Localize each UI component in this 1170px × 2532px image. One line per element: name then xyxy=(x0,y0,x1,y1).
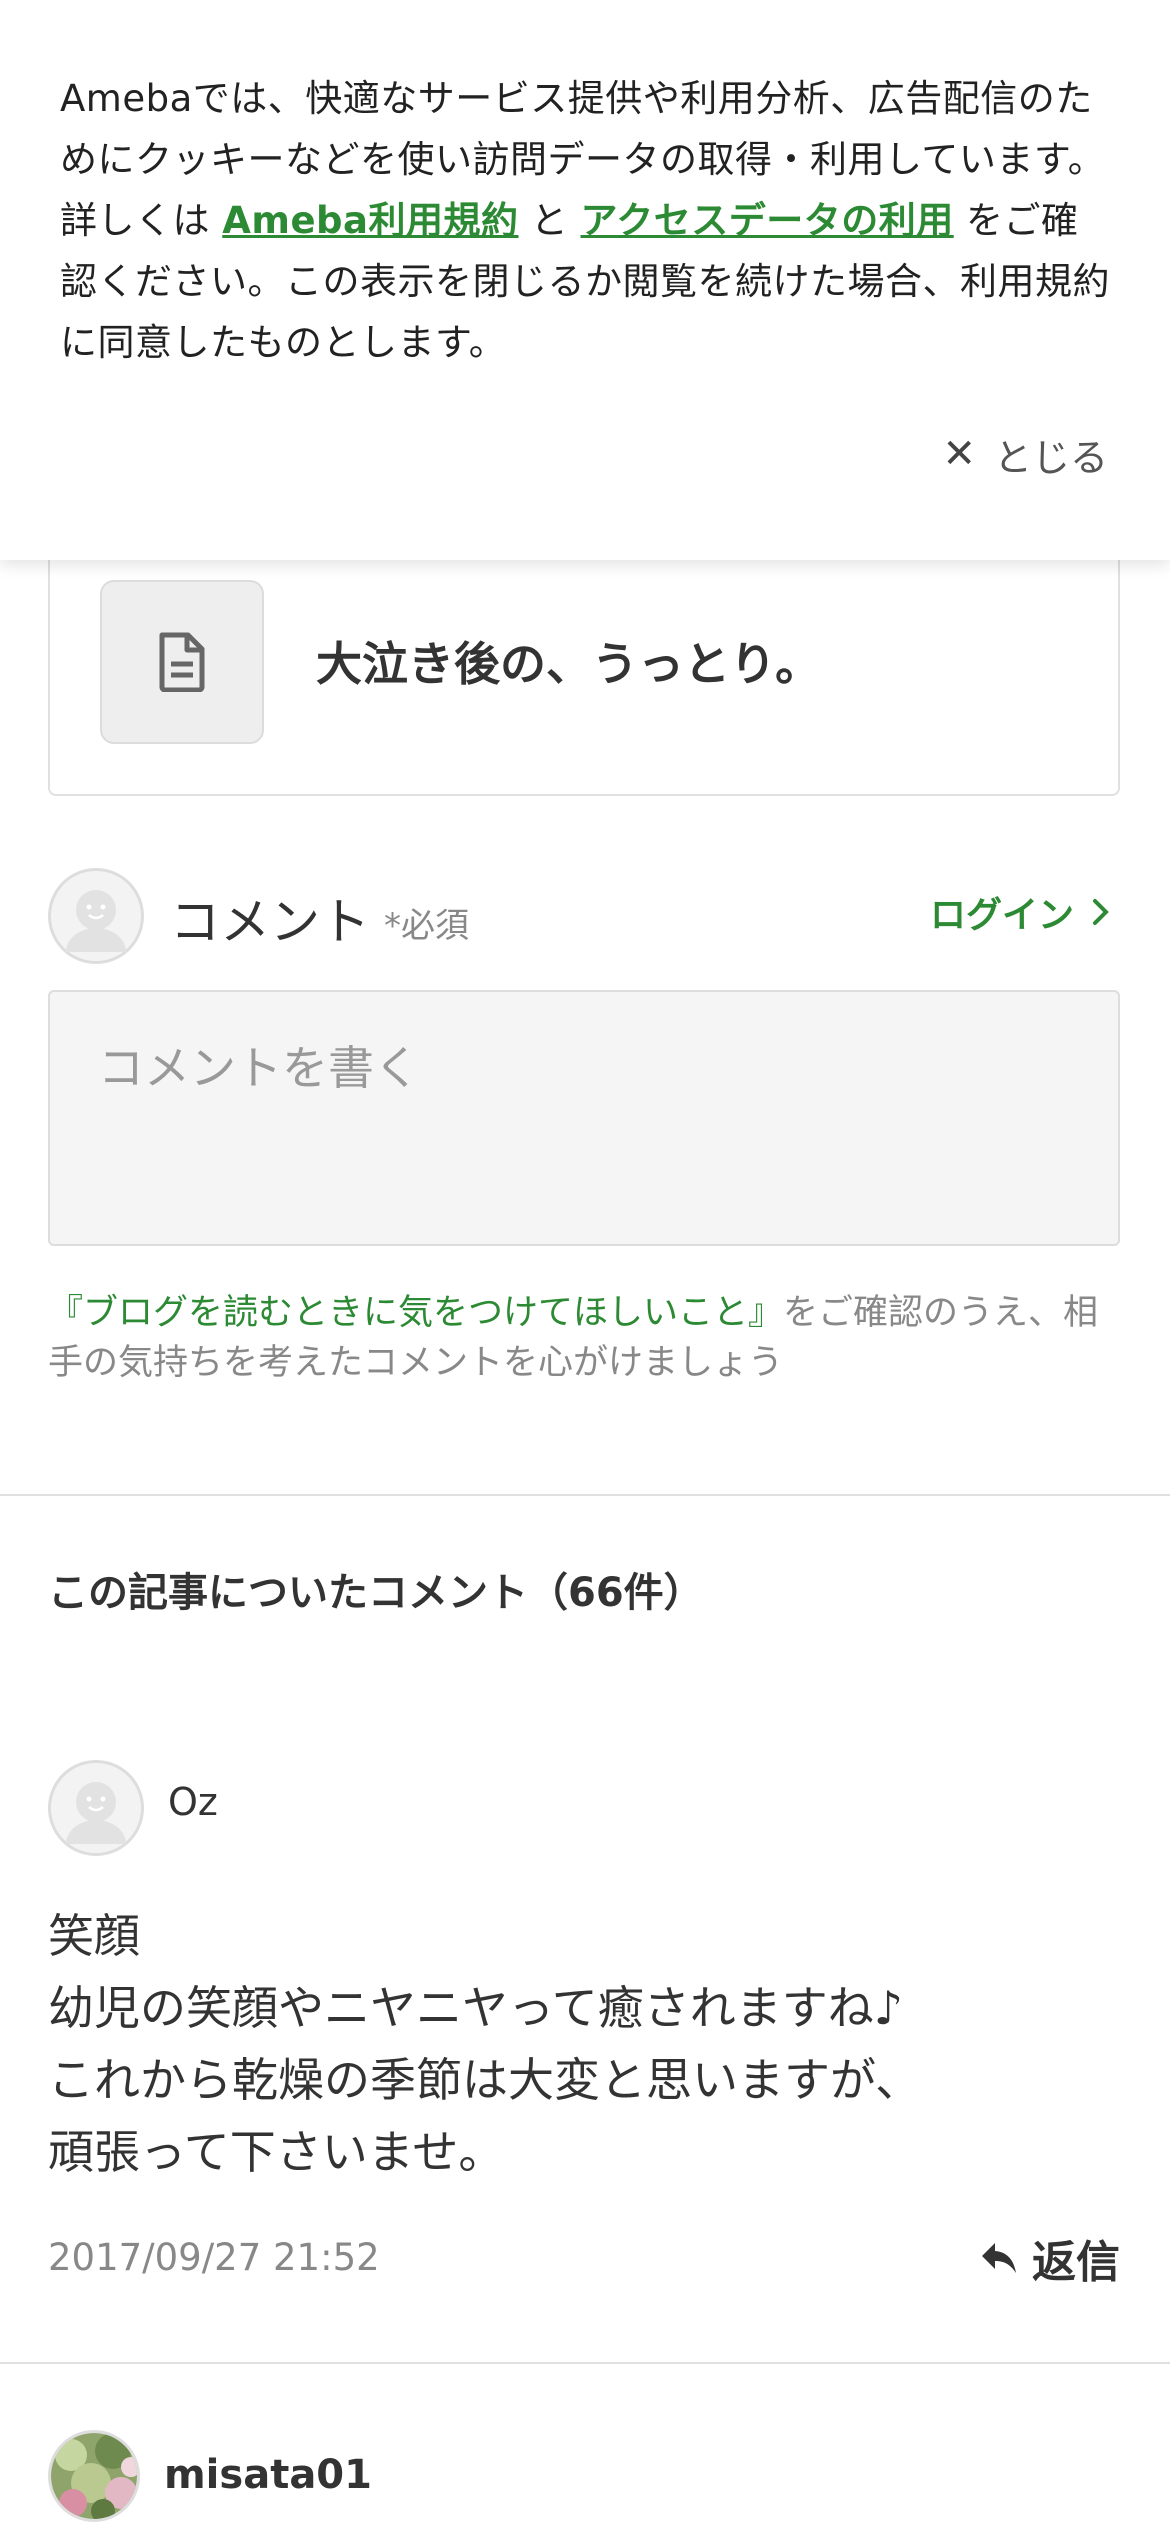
comment-line: これから乾燥の季節は大変と思いますが、 xyxy=(48,2053,922,2107)
comment-timestamp: 2017/09/27 21:52 xyxy=(48,2236,380,2279)
commenter-avatar[interactable] xyxy=(48,1760,144,1856)
comment-line: 笑顔 xyxy=(48,1909,140,1963)
default-avatar-icon xyxy=(66,1782,126,1844)
comment-heading: コメント xyxy=(170,893,370,951)
comment-guideline: 『ブログを読むときに気をつけてほしいこと』をご確認のうえ、相手の気持ちを考えたコ… xyxy=(48,1288,1128,1388)
close-banner-button[interactable]: ✕ とじる xyxy=(942,424,1108,484)
login-link[interactable]: ログイン xyxy=(930,886,1110,938)
avatar-image xyxy=(51,2433,137,2519)
close-label: とじる xyxy=(993,435,1108,480)
reply-button[interactable]: 返信 xyxy=(980,2226,1120,2290)
close-icon: ✕ xyxy=(942,431,976,477)
cookie-notice-text: Amebaでは、快適なサービス提供や利用分析、広告配信のためにクッキーなどを使い… xyxy=(60,68,1110,373)
comment-body: 笑顔 幼児の笑顔やニヤニヤって癒されますね♪ これから乾燥の季節は大変と思います… xyxy=(48,1900,1128,2188)
commenter-avatar-photo[interactable] xyxy=(48,2430,140,2522)
default-avatar-icon xyxy=(66,890,126,952)
comment-input[interactable] xyxy=(48,990,1120,1246)
access-data-link[interactable]: アクセスデータの利用 xyxy=(581,199,954,242)
comments-section-title: この記事についたコメント（66件） xyxy=(48,1570,704,1616)
comment-divider xyxy=(0,2362,1170,2364)
cookie-text-and: と xyxy=(518,199,581,242)
article-thumbnail xyxy=(100,580,264,744)
cookie-banner: Amebaでは、快適なサービス提供や利用分析、広告配信のためにクッキーなどを使い… xyxy=(0,0,1170,560)
comment-line: 頑張って下さいませ。 xyxy=(48,2125,505,2179)
related-article-title[interactable]: 大泣き後の、うっとり。 xyxy=(316,628,821,694)
required-label: *必須 xyxy=(384,906,469,946)
reply-icon xyxy=(982,2243,1016,2273)
comment-line: 幼児の笑顔やニヤニヤって癒されますね♪ xyxy=(48,1981,904,2035)
chevron-right-icon xyxy=(1093,899,1109,925)
user-avatar xyxy=(48,868,144,964)
guideline-link[interactable]: 『ブログを読むときに気をつけてほしいこと』 xyxy=(48,1293,783,1333)
commenter-name[interactable]: misata01 xyxy=(164,2452,372,2498)
section-divider xyxy=(0,1494,1170,1496)
terms-link[interactable]: Ameba利用規約 xyxy=(222,199,518,242)
login-label: ログイン xyxy=(929,895,1074,936)
commenter-name[interactable]: Oz xyxy=(168,1780,218,1824)
reply-label: 返信 xyxy=(1032,2237,1120,2288)
document-icon xyxy=(159,632,205,692)
